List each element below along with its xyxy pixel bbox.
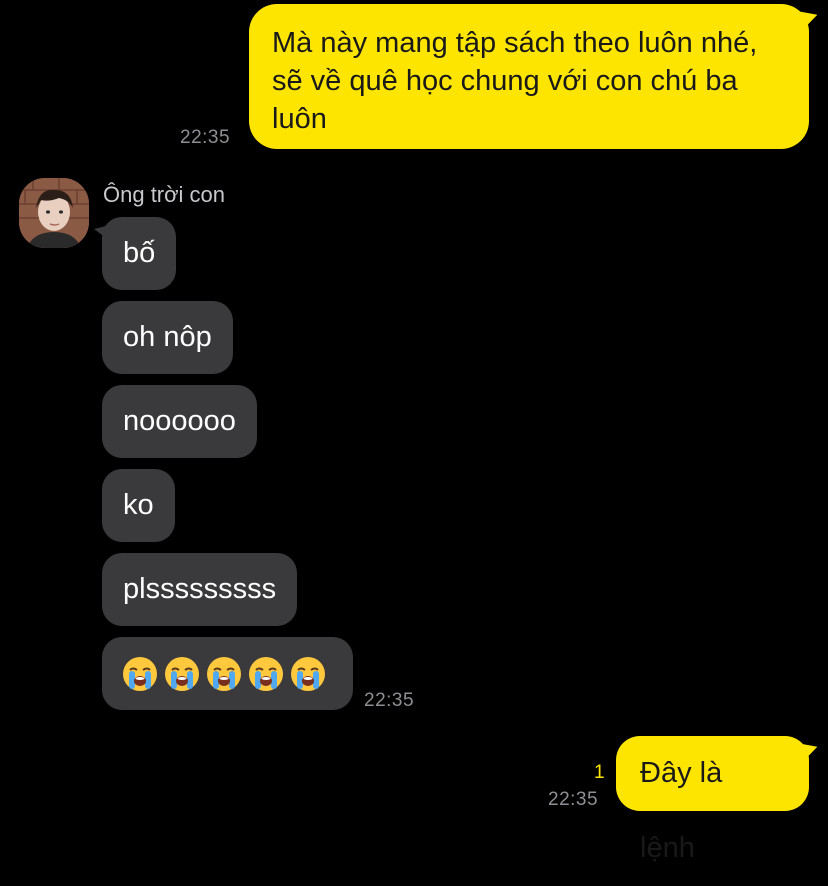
outgoing-message-bubble[interactable]: Đây là lệnh <box>616 736 820 864</box>
loudly-crying-face-icon <box>207 657 241 692</box>
incoming-message-bubble[interactable]: plsssssssss <box>102 553 298 626</box>
loudly-crying-face-icon <box>165 657 199 692</box>
message-text: Đây là lệnh <box>640 757 723 864</box>
message-text-line: luôn <box>272 103 327 135</box>
emoji-row <box>122 656 326 692</box>
outgoing-message-bubble[interactable]: Mà này mang tập sách theo luôn nhé, sẽ v… <box>249 4 820 149</box>
bubble-tail <box>94 225 110 241</box>
message-text: oh nôp <box>123 321 212 353</box>
message-text: noooooo <box>123 405 236 437</box>
incoming-message-bubble[interactable]: bố <box>94 217 177 290</box>
sender-avatar[interactable] <box>19 178 89 248</box>
loudly-crying-face-icon <box>249 657 283 692</box>
unread-count: 1 <box>594 762 605 783</box>
message-text: plsssssssss <box>123 573 277 605</box>
bubble-tail <box>798 740 820 764</box>
message-text-line: Mà này mang tập sách theo luôn nhé, <box>272 27 758 59</box>
sender-name: Ông trời con <box>103 182 226 207</box>
incoming-message-bubble[interactable]: noooooo <box>102 385 257 458</box>
incoming-message-bubble[interactable]: ko <box>102 469 175 542</box>
loudly-crying-face-icon <box>291 657 325 692</box>
incoming-emoji-bubble[interactable] <box>102 637 353 710</box>
avatar-photo-icon <box>19 178 89 248</box>
message-timestamp: 22:35 <box>548 789 599 810</box>
incoming-message-bubble[interactable]: oh nôp <box>102 301 233 374</box>
message-text: ko <box>123 489 154 521</box>
bubble-tail <box>798 8 820 32</box>
message-timestamp: 22:35 <box>364 690 415 711</box>
message-text: bố <box>123 237 156 269</box>
loudly-crying-face-icon <box>123 657 157 692</box>
message-timestamp: 22:35 <box>180 127 231 148</box>
message-text-line: sẽ về quê học chung với con chú ba <box>272 65 738 97</box>
